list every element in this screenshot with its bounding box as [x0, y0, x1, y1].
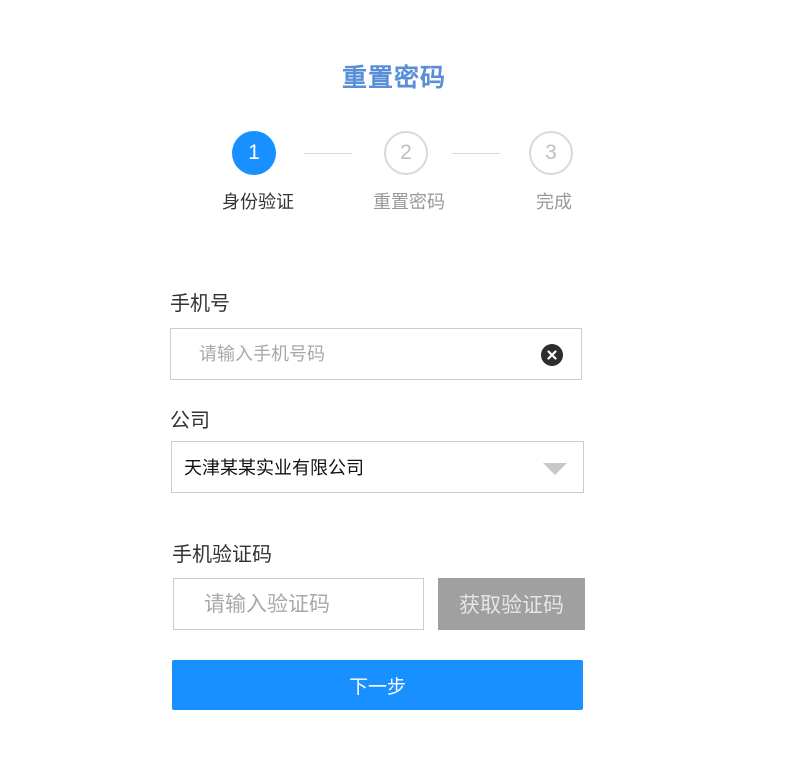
step-2-circle: 2: [384, 131, 428, 175]
code-label: 手机验证码: [172, 542, 272, 566]
company-select[interactable]: 天津某某实业有限公司: [171, 441, 584, 493]
step-connector-2: [452, 153, 500, 154]
triangle-down-icon: [543, 463, 567, 475]
company-label: 公司: [170, 408, 210, 432]
phone-label: 手机号: [170, 291, 230, 315]
reset-password-page: 重置密码 1 2 3 身份验证 重置密码 完成 手机号 公司 天津某某实业有限公…: [0, 0, 788, 758]
company-selected-value: 天津某某实业有限公司: [184, 458, 364, 479]
step-3-circle: 3: [529, 131, 573, 175]
step-connector-1: [304, 153, 352, 154]
get-code-button[interactable]: 获取验证码: [438, 578, 585, 630]
step-1-circle: 1: [232, 131, 276, 175]
phone-input[interactable]: [171, 343, 581, 365]
close-circle-icon[interactable]: [541, 344, 563, 366]
step-2-label: 重置密码: [373, 192, 445, 213]
step-1-label: 身份验证: [222, 192, 294, 213]
step-3-label: 完成: [536, 192, 572, 213]
next-step-button[interactable]: 下一步: [172, 660, 583, 710]
code-input[interactable]: [174, 592, 423, 616]
code-input-box: [173, 578, 424, 630]
phone-input-box: [170, 328, 582, 380]
page-title: 重置密码: [341, 63, 446, 92]
